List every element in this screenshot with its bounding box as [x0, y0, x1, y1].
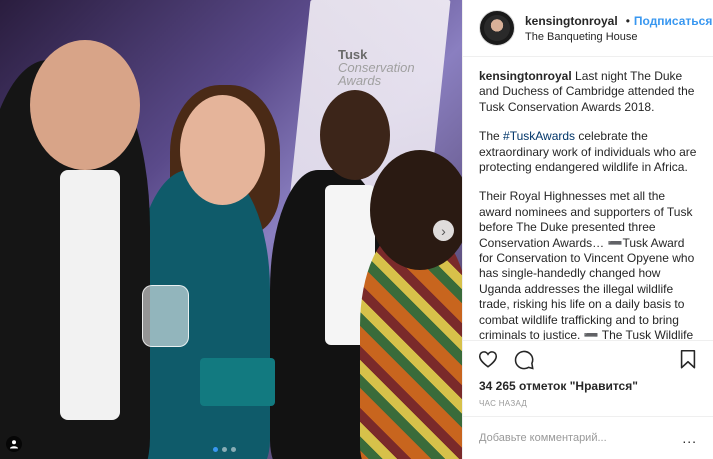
post-timestamp[interactable]: час назад: [463, 395, 713, 416]
comment-box[interactable]: Добавьте комментарий... ...: [463, 416, 713, 459]
carousel-dot: [222, 447, 227, 452]
post-header: kensingtonroyal • Подписаться The Banque…: [463, 0, 713, 57]
chevron-right-icon: ›: [441, 222, 446, 239]
header-text: kensingtonroyal • Подписаться The Banque…: [525, 13, 712, 43]
photo-figure-woman-head: [180, 95, 265, 205]
carousel-dot: [213, 447, 218, 452]
caption-username[interactable]: kensingtonroyal: [479, 69, 572, 83]
photo-figure-shirt-left: [60, 170, 120, 420]
caption-paragraph-3: Their Royal Highnesses met all the award…: [479, 189, 695, 340]
user-tag-button[interactable]: [6, 436, 22, 452]
photo-figure-guest-head: [370, 150, 462, 270]
instagram-post: Tusk Conservation Awards › kensingtonroy…: [0, 0, 713, 459]
banner-text: Tusk Conservation Awards: [338, 48, 415, 87]
heart-icon[interactable]: [477, 348, 499, 370]
caption: kensingtonroyal Last night The Duke and …: [463, 57, 713, 340]
comment-icon[interactable]: [513, 348, 535, 370]
bookmark-icon[interactable]: [677, 348, 699, 370]
more-options-icon[interactable]: ...: [682, 430, 697, 446]
comment-input[interactable]: Добавьте комментарий...: [479, 432, 607, 444]
photo-glass: [142, 285, 189, 347]
header-separator: •: [625, 13, 630, 28]
caption-text-2a: The: [479, 129, 504, 144]
location-link[interactable]: The Banqueting House: [525, 31, 701, 43]
caption-paragraph-1: kensingtonroyal Last night The Duke and …: [479, 69, 697, 115]
action-bar: [463, 340, 713, 377]
photo-clutch: [200, 358, 275, 406]
hashtag-link[interactable]: #TuskAwards: [503, 129, 575, 143]
photo-figure-man-left-head: [30, 40, 140, 170]
avatar[interactable]: [479, 10, 515, 46]
post-image[interactable]: Tusk Conservation Awards ›: [0, 0, 462, 459]
likes-count[interactable]: 34 265 отметок "Нравится": [463, 377, 713, 395]
caption-paragraph-2: The #TuskAwards celebrate the extraordin…: [479, 129, 697, 175]
post-sidebar: kensingtonroyal • Подписаться The Banque…: [462, 0, 713, 459]
avatar-image: [484, 15, 510, 41]
user-tag-icon: [10, 440, 18, 449]
header-line: kensingtonroyal • Подписаться: [525, 13, 712, 28]
username-link[interactable]: kensingtonroyal: [525, 14, 618, 28]
follow-button[interactable]: Подписаться: [634, 14, 712, 28]
carousel-next-button[interactable]: ›: [433, 220, 454, 241]
carousel-dot: [231, 447, 236, 452]
carousel-dots: [213, 447, 236, 452]
banner-line-3: Awards: [338, 73, 382, 88]
photo-figure-man-right-head: [320, 90, 390, 180]
